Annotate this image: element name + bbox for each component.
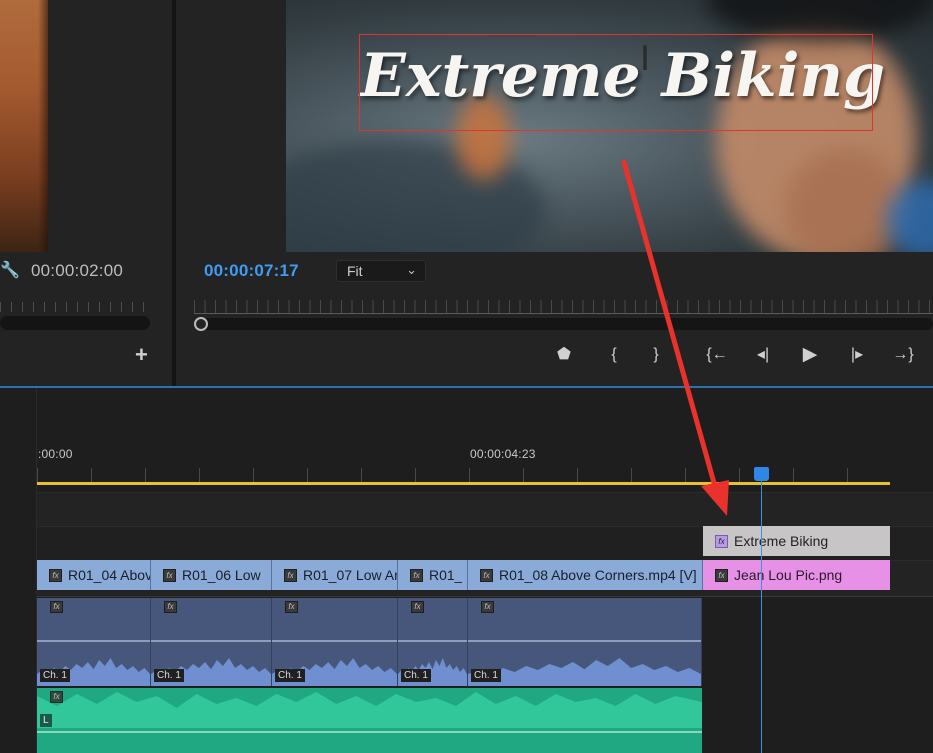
music-clip[interactable]: fx L [37,688,702,753]
zoom-level-dropdown[interactable]: Fit ⌄ [336,260,426,282]
timeline-panel: :00:00 00:00:04:23 fx Extreme Biking fx … [0,388,933,753]
fx-badge-icon: fx [50,691,63,703]
fx-badge-icon: fx [49,568,62,582]
clip-label: R01_06 Low [182,567,261,583]
title-bounding-box[interactable] [359,34,873,131]
ruler-label-start: :00:00 [38,447,73,461]
audio-clip[interactable]: fx Ch. 1 [398,598,468,686]
go-to-out-button[interactable]: →} [890,343,916,367]
fx-badge-icon: fx [50,601,63,613]
video-clip[interactable]: fx R01_06 Low [151,560,272,590]
audio-level-line[interactable] [398,640,467,642]
video-clip[interactable]: fx R01_ [398,560,468,590]
fx-badge-icon: fx [480,568,493,582]
wrench-icon[interactable]: 🔧 [0,262,20,280]
fx-badge-icon: fx [411,601,424,613]
audio-level-line[interactable] [468,640,701,642]
scrollbar-handle[interactable] [194,317,208,331]
audio-level-line[interactable] [151,640,271,642]
step-forward-button[interactable]: |▸ [845,343,869,367]
source-monitor: 🔧 00:00:02:00 + [0,0,172,386]
text-cursor-icon: I [640,39,651,79]
work-area-bar[interactable] [37,482,890,485]
track-divider [0,492,933,493]
playhead-handle[interactable] [754,467,769,481]
audio-clip[interactable]: fx Ch. 1 [468,598,702,686]
track-headers [0,388,37,753]
video-clip[interactable]: fx R01_07 Low Angle [272,560,398,590]
clip-label: R01_08 Above Corners.mp4 [V] [499,567,697,583]
program-video-frame[interactable]: Extreme Biking I [286,0,933,252]
clip-label: R01_ [429,567,463,583]
title-clip[interactable]: fx Extreme Biking [703,526,890,556]
track-v3-lane[interactable] [37,492,933,526]
fx-badge-icon: fx [163,568,176,582]
clip-label: R01_04 Above [68,567,150,583]
channel-badge: L [40,714,52,727]
track-a1: fx Ch. 1 fx Ch. 1 fx Ch. 1 fx Ch. 1 fx C… [37,598,702,686]
image-clip[interactable]: fx Jean Lou Pic.png [703,560,890,590]
audio-clip[interactable]: fx Ch. 1 [272,598,398,686]
zoom-level-value: Fit [347,263,363,279]
video-clip[interactable]: fx R01_08 Above Corners.mp4 [V] [468,560,703,590]
source-ruler[interactable] [0,302,150,312]
step-back-button[interactable]: ◂| [751,343,775,367]
channel-badge: Ch. 1 [40,669,70,682]
source-frame [0,0,48,252]
audio-waveform [468,658,701,686]
program-ruler-baseline [194,313,933,314]
chevron-down-icon: ⌄ [406,262,417,277]
go-to-in-button[interactable]: {← [704,343,730,367]
source-timecode[interactable]: 00:00:02:00 [31,261,123,281]
audio-clip[interactable]: fx Ch. 1 [151,598,272,686]
program-monitor: Extreme Biking I 00:00:07:17 Fit ⌄ ⬟ { }… [176,0,933,386]
channel-badge: Ch. 1 [275,669,305,682]
premiere-workspace: 🔧 00:00:02:00 + Extreme Biking I 00:00:0… [0,0,933,753]
audio-level-line[interactable] [37,640,150,642]
ruler-label-mid: 00:00:04:23 [470,447,536,461]
channel-badge: Ch. 1 [471,669,501,682]
video-clip[interactable]: fx R01_04 Above [37,560,151,590]
add-marker-button[interactable]: ⬟ [556,343,572,367]
play-button[interactable]: ▶ [800,343,820,367]
fx-badge-icon: fx [410,568,423,582]
source-scrollbar[interactable] [0,316,150,330]
fx-badge-icon: fx [715,534,728,548]
clip-label: Jean Lou Pic.png [734,567,843,583]
fx-badge-icon: fx [164,601,177,613]
fx-badge-icon: fx [285,601,298,613]
audio-level-line[interactable] [272,640,397,642]
mark-in-button[interactable]: { [606,343,622,367]
add-button-icon[interactable]: + [135,344,151,366]
channel-badge: Ch. 1 [401,669,431,682]
video-audio-divider [0,596,933,597]
mark-out-button[interactable]: } [648,343,664,367]
clip-label: R01_07 Low Angle [303,567,397,583]
audio-level-line[interactable] [37,731,702,733]
fx-badge-icon: fx [284,568,297,582]
program-time-ruler[interactable] [194,300,933,314]
audio-waveform [37,692,702,728]
clip-label: Extreme Biking [734,533,829,549]
fx-badge-icon: fx [481,601,494,613]
program-timecode[interactable]: 00:00:07:17 [204,261,299,281]
playhead-line[interactable] [761,478,762,753]
audio-clip[interactable]: fx Ch. 1 [37,598,151,686]
fx-badge-icon: fx [715,568,728,582]
channel-badge: Ch. 1 [154,669,184,682]
program-zoom-scrollbar[interactable] [196,318,933,330]
